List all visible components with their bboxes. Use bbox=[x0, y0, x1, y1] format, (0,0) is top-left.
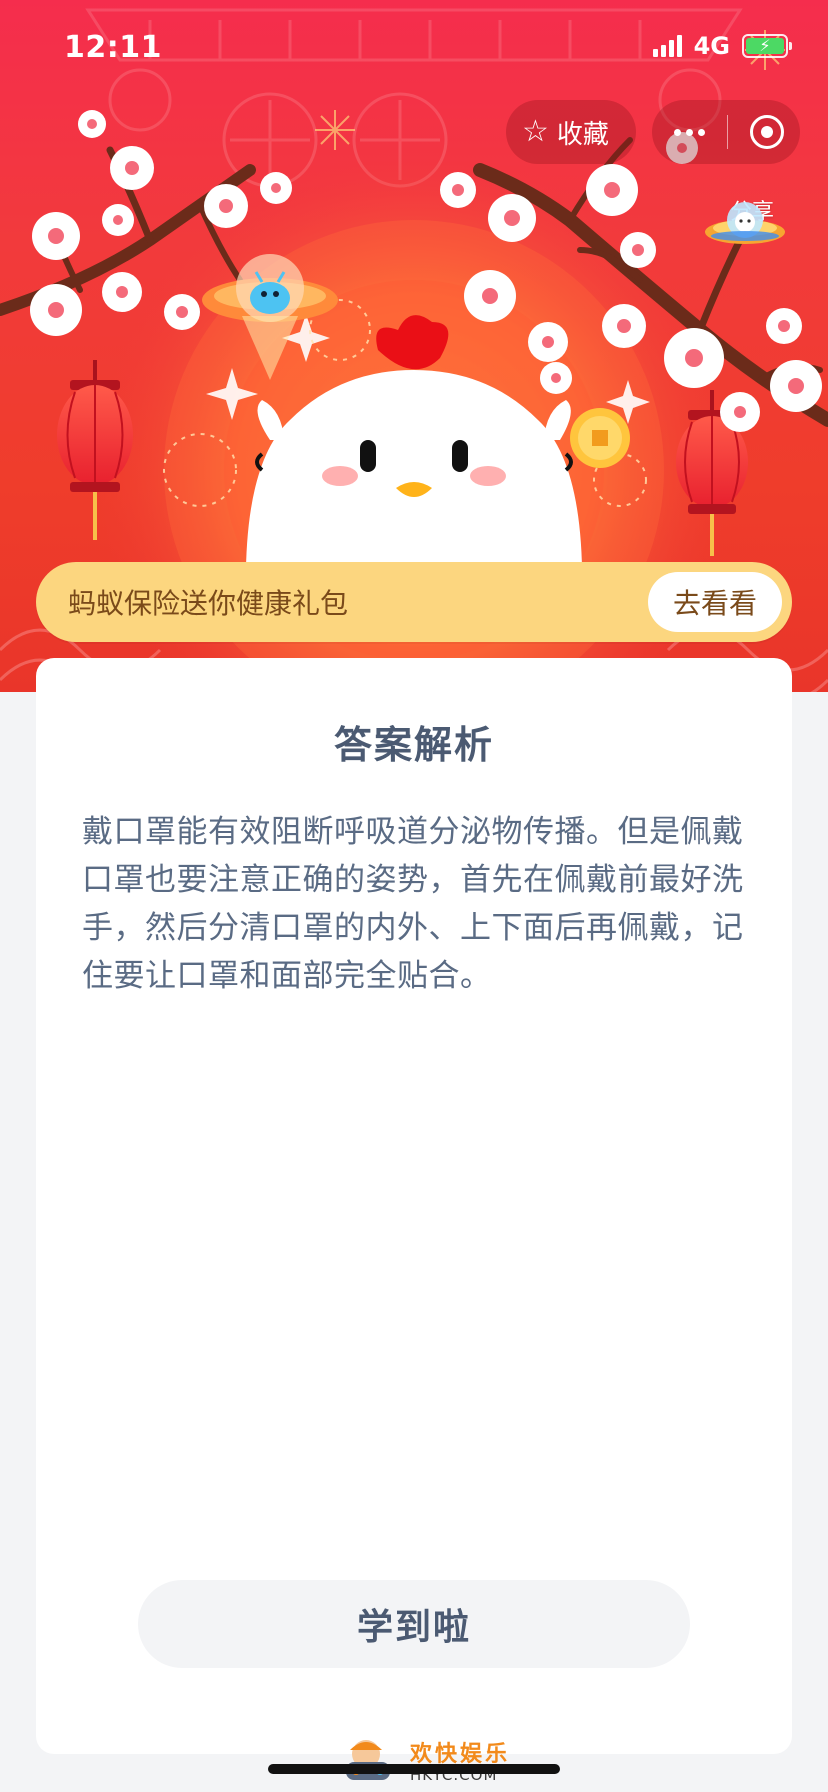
close-mini-program-icon[interactable] bbox=[750, 115, 784, 149]
watermark-logo-icon bbox=[346, 1740, 390, 1780]
header-illustration: 12:11 4G ⚡ ☆ 收藏 蚂蚁保险送你健康礼包 去看看 bbox=[0, 0, 828, 692]
signal-icon bbox=[652, 35, 682, 57]
promo-banner[interactable]: 蚂蚁保险送你健康礼包 去看看 bbox=[36, 562, 792, 642]
more-icon[interactable] bbox=[674, 128, 705, 136]
network-label: 4G bbox=[693, 32, 730, 60]
capsule-divider bbox=[727, 115, 728, 149]
home-indicator[interactable] bbox=[268, 1764, 560, 1774]
answer-card: 答案解析 戴口罩能有效阻断呼吸道分泌物传播。但是佩戴口罩也要注意正确的姿势，首先… bbox=[36, 658, 792, 1754]
watermark: 欢快娱乐 HKYC.COM bbox=[336, 1732, 516, 1792]
status-time: 12:11 bbox=[64, 30, 162, 65]
mini-program-capsule bbox=[652, 100, 800, 164]
gold-coin-icon bbox=[570, 408, 630, 468]
app-screen: 12:11 4G ⚡ ☆ 收藏 蚂蚁保险送你健康礼包 去看看 答案解析 戴口罩能… bbox=[0, 0, 828, 1792]
collect-button[interactable]: ☆ 收藏 bbox=[506, 100, 636, 164]
charging-bolt-icon: ⚡ bbox=[759, 36, 771, 55]
answer-explanation: 戴口罩能有效阻断呼吸道分泌物传播。但是佩戴口罩也要注意正确的姿势，首先在佩戴前最… bbox=[82, 814, 744, 994]
share-button[interactable]: 分享 bbox=[700, 190, 804, 244]
battery-icon: ⚡ bbox=[742, 34, 792, 58]
ufo-icon bbox=[705, 202, 785, 244]
learned-button[interactable]: 学到啦 bbox=[138, 1580, 690, 1668]
star-outline-icon: ☆ bbox=[522, 114, 549, 149]
promo-text: 蚂蚁保险送你健康礼包 bbox=[68, 587, 349, 620]
status-icons: 4G ⚡ bbox=[652, 32, 792, 60]
card-title: 答案解析 bbox=[333, 723, 494, 767]
promo-go-button[interactable]: 去看看 bbox=[648, 572, 782, 632]
collect-label: 收藏 bbox=[556, 119, 609, 150]
